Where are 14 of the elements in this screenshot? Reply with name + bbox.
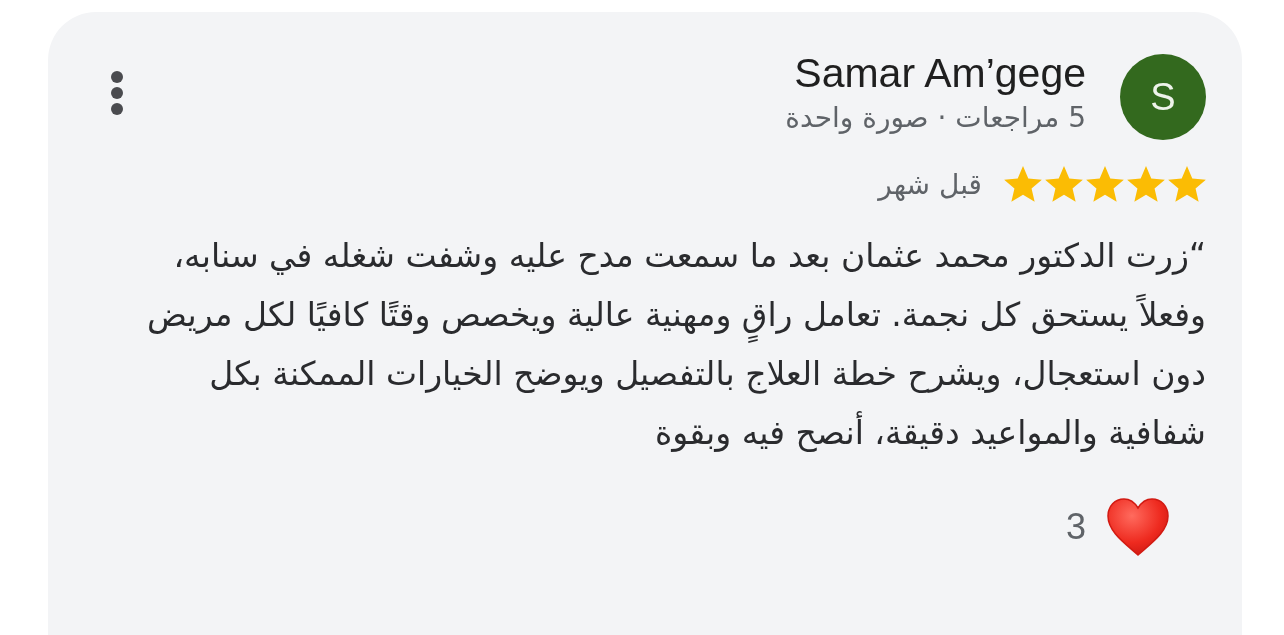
review-time: قبل شهر: [878, 167, 982, 201]
more-options-button[interactable]: [110, 70, 124, 116]
reviewer-meta: 5 مراجعات · صورة واحدة: [785, 100, 1086, 136]
avatar[interactable]: S: [1120, 54, 1206, 140]
reviewer-name[interactable]: Samar Am’gege: [794, 50, 1086, 96]
review-text: “زرت الدكتور محمد عثمان بعد ما سمعت مدح عليه وشفت شغله في سنابه، وفعلاً يستحق كل نجمة. تعامل راقٍ ومهنية عالية ويخصص وقتًا كافيًا لكل مريض دون استعجال، ويشرح خطة العلاج بالتفصيل ويوضح الخيارات الممكنة بكل شفافية والمواعيد دقيقة، أنصح فيه وبقوة: [146, 235, 1206, 454]
star-icon: [1127, 166, 1165, 202]
heart-icon: [1106, 498, 1170, 556]
star-icon: [1086, 166, 1124, 202]
like-button[interactable]: 3: [1065, 498, 1170, 556]
star-icon: [1168, 166, 1206, 202]
more-vert-icon: [110, 70, 124, 116]
star-icon: [1004, 166, 1042, 202]
star-icon: [1045, 166, 1083, 202]
